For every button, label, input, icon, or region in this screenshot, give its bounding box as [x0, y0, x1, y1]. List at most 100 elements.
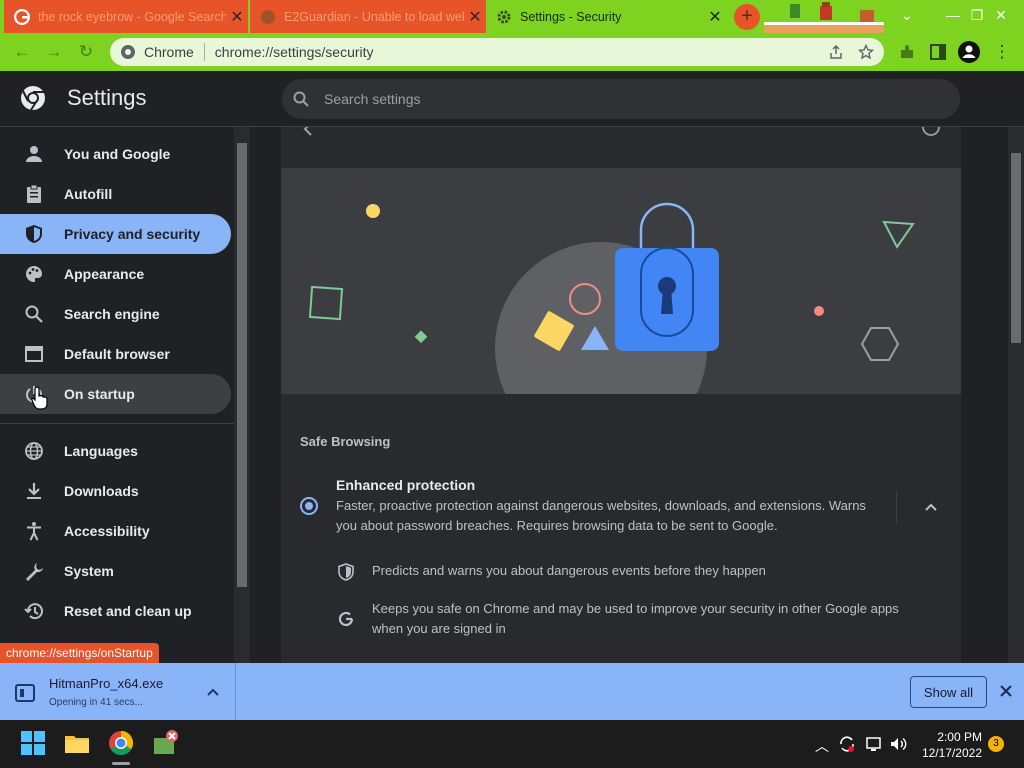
new-tab-button[interactable]: + [734, 4, 760, 30]
google-g-icon [338, 611, 354, 627]
url-text[interactable]: chrome://settings/security [215, 44, 828, 60]
clock-date[interactable]: 12/17/2022 [916, 746, 982, 760]
enhanced-protection-radio[interactable] [300, 497, 318, 515]
sidebar-item-label: Languages [64, 443, 138, 459]
sidebar-item-label: Accessibility [64, 523, 150, 539]
forward-icon[interactable]: → [42, 40, 66, 64]
site-label: Chrome [144, 44, 194, 60]
link-status-bubble: chrome://settings/onStartup [0, 643, 159, 663]
dropdown-icon[interactable]: ⌄ [884, 0, 930, 33]
sidebar-item-privacy-and-security[interactable]: Privacy and security [0, 214, 231, 254]
sidebar-item-label: On startup [64, 386, 135, 402]
palette-icon [26, 266, 42, 282]
main-scrollbar[interactable] [1008, 127, 1024, 663]
back-icon[interactable]: ← [10, 40, 34, 64]
security-illustration [281, 168, 961, 394]
sidebar-item-autofill[interactable]: Autofill [0, 174, 231, 214]
close-icon[interactable]: ✕ [704, 7, 726, 27]
chrome-logo-icon [21, 86, 45, 111]
search-settings-box[interactable] [282, 79, 960, 119]
browser-window-icon [25, 346, 43, 362]
chevron-up-icon[interactable] [921, 497, 941, 517]
globe-icon [25, 442, 43, 460]
window-close-icon[interactable]: ✕ [978, 0, 1024, 33]
settings-header: Settings [0, 71, 1024, 127]
sidebar-item-downloads[interactable]: Downloads [0, 471, 231, 511]
tray-chevron-icon[interactable]: ︿ [815, 736, 829, 756]
person-icon [26, 146, 42, 162]
close-icon[interactable]: ✕ [464, 7, 486, 27]
hand-cursor-icon [31, 386, 48, 410]
help-icon[interactable] [921, 127, 941, 137]
accessibility-icon [27, 522, 41, 541]
sidebar-item-label: System [64, 563, 114, 579]
gear-icon [497, 10, 511, 23]
reload-icon[interactable]: ↻ [74, 40, 98, 64]
more-menu-icon[interactable]: ⋮ [990, 40, 1014, 64]
windows-taskbar: ︿ 2:00 PM 12/17/2022 3 [0, 720, 1024, 768]
notification-badge[interactable]: 3 [988, 736, 1004, 752]
sidebar-item-languages[interactable]: Languages [0, 431, 231, 471]
sidebar-divider [0, 423, 234, 424]
option-title: Enhanced protection [336, 477, 476, 493]
sidebar-item-label: Reset and clean up [64, 603, 192, 619]
tab-title: the rock eyebrow - Google Search [38, 9, 226, 24]
close-icon[interactable] [996, 681, 1016, 701]
windows-start-icon[interactable] [18, 728, 48, 758]
tab-e2guardian[interactable]: E2Guardian - Unable to load web page ✕ [250, 0, 486, 33]
download-item[interactable]: HitmanPro_x64.exe Opening in 41 secs... [0, 663, 236, 720]
tab-settings-security[interactable]: Settings - Security ✕ [486, 0, 726, 33]
theme-decoration [764, 2, 884, 33]
share-icon[interactable] [828, 44, 844, 60]
sidebar-item-system[interactable]: System [0, 551, 231, 591]
divider [203, 43, 205, 61]
address-bar[interactable]: Chrome chrome://settings/security [110, 38, 884, 66]
scrollbar-thumb[interactable] [237, 143, 247, 587]
show-all-button[interactable]: Show all [910, 676, 987, 708]
network-icon[interactable] [865, 735, 883, 753]
sidebar-item-label: Autofill [64, 186, 113, 202]
sidebar-item-label: Privacy and security [64, 226, 201, 242]
scrollbar-thumb[interactable] [1011, 153, 1021, 343]
volume-icon[interactable] [889, 735, 909, 753]
shield-icon [26, 225, 42, 243]
chrome-taskbar-icon[interactable] [106, 728, 136, 758]
sync-icon[interactable] [838, 735, 856, 753]
tab-google-search[interactable]: the rock eyebrow - Google Search ✕ [4, 0, 248, 33]
tab-title: Settings - Security [520, 9, 622, 24]
sidebar-item-accessibility[interactable]: Accessibility [0, 511, 231, 551]
sidebar-item-reset-and-clean-up[interactable]: Reset and clean up [0, 591, 231, 631]
page-title: Settings [67, 85, 147, 110]
history-icon [24, 603, 43, 620]
tab-title: E2Guardian - Unable to load web page [284, 9, 464, 24]
sidebar-item-label: You and Google [64, 146, 171, 162]
sidebar-item-label: Search engine [64, 306, 160, 322]
sidebar-item-you-and-google[interactable]: You and Google [0, 134, 231, 174]
file-explorer-icon[interactable] [62, 728, 92, 758]
clock-time[interactable]: 2:00 PM [930, 730, 982, 744]
sidebar-scrollbar[interactable] [234, 127, 250, 663]
exe-file-icon [15, 684, 35, 702]
extensions-icon[interactable] [897, 42, 917, 62]
sidebar-item-default-browser[interactable]: Default browser [0, 334, 231, 374]
settings-sidebar: You and Google Autofill Privacy and secu… [0, 127, 250, 663]
chevron-up-icon[interactable] [204, 683, 222, 701]
sidebar-item-label: Default browser [64, 346, 170, 362]
tab-strip: the rock eyebrow - Google Search ✕ E2Gua… [0, 0, 1024, 33]
clipboard-icon [27, 184, 41, 203]
side-panel-icon[interactable] [928, 42, 948, 62]
sidebar-item-search-engine[interactable]: Search engine [0, 294, 231, 334]
settings-main-content: Safe Browsing Enhanced protection Faster… [250, 127, 1024, 663]
search-input[interactable] [324, 91, 960, 107]
card-header [281, 127, 961, 167]
feature-text: Keeps you safe on Chrome and may be used… [372, 601, 899, 636]
profile-avatar-icon[interactable] [958, 41, 980, 63]
sidebar-item-appearance[interactable]: Appearance [0, 254, 231, 294]
wrench-icon [26, 563, 43, 581]
hitmanpro-icon[interactable] [150, 728, 180, 758]
back-arrow-icon[interactable] [301, 127, 317, 137]
close-icon[interactable]: ✕ [226, 7, 248, 27]
shield-icon [338, 563, 354, 581]
bookmark-star-icon[interactable] [858, 44, 874, 60]
download-icon [27, 483, 41, 499]
